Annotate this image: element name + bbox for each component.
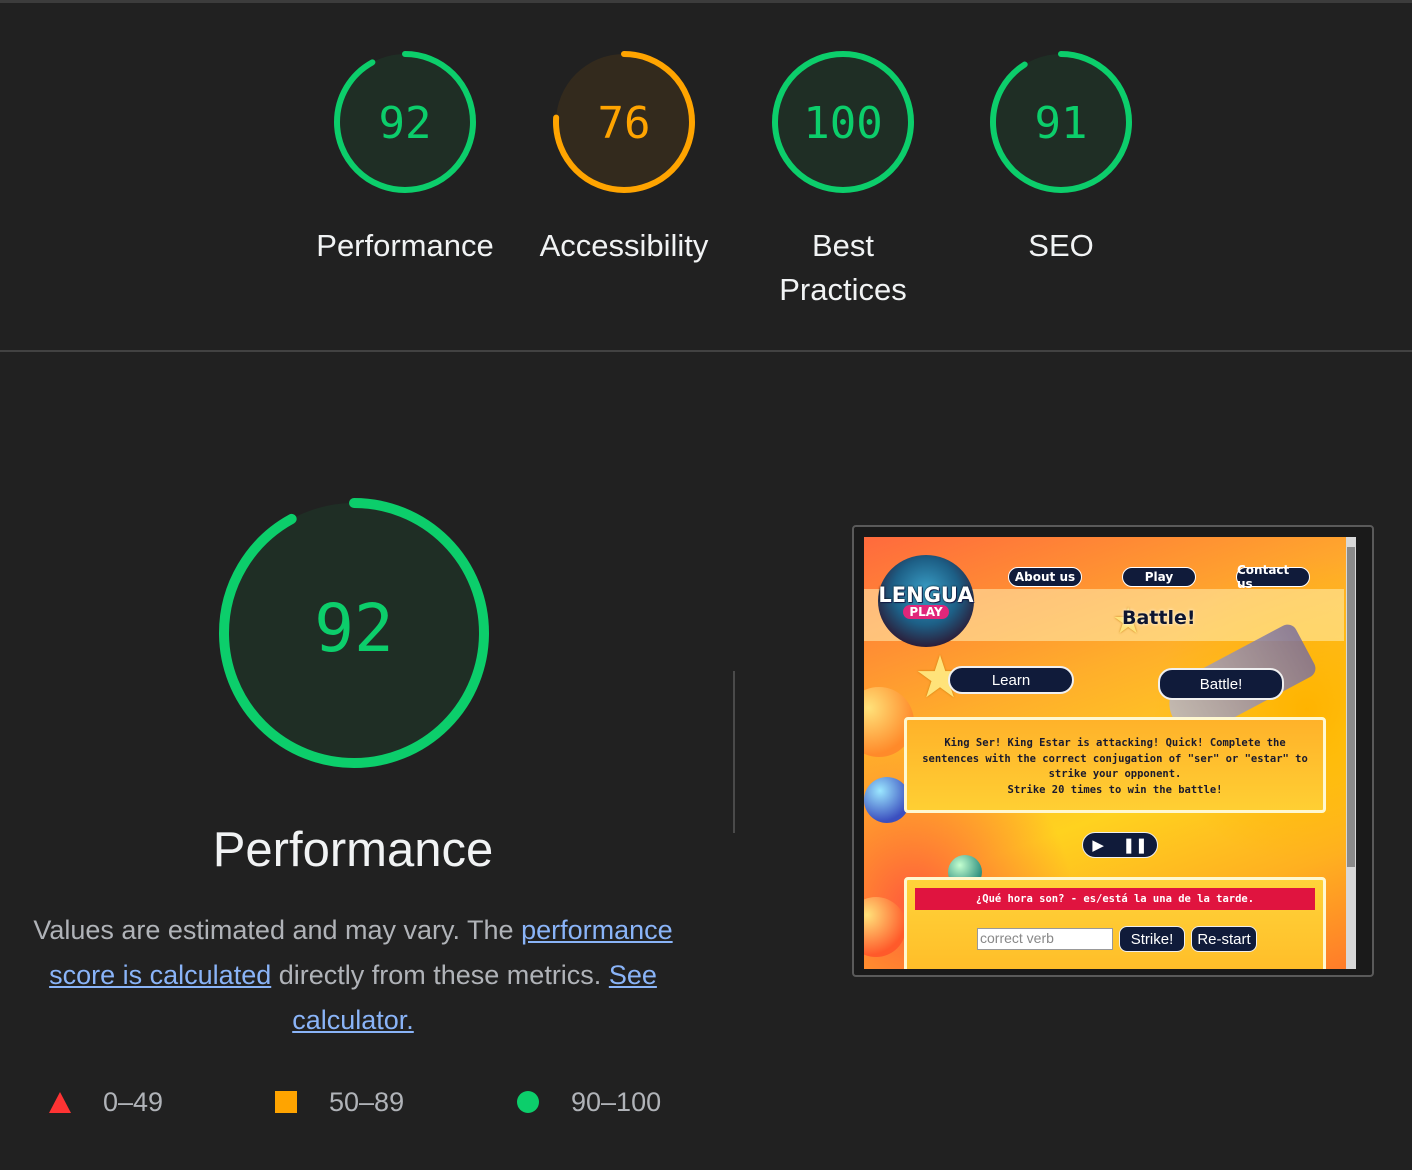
logo-text: LENGUA xyxy=(878,583,974,607)
lengua-play-logo[interactable]: LENGUA PLAY xyxy=(878,555,974,647)
performance-title: Performance xyxy=(212,823,494,877)
legend-pass: 90–100 xyxy=(517,1085,661,1119)
battle-instructions: King Ser! King Estar is attacking! Quick… xyxy=(904,717,1326,813)
quiz-question: ¿Qué hora son? - es/está la una de la ta… xyxy=(915,888,1315,910)
battle-heading: Battle! xyxy=(1122,607,1196,629)
scrollbar[interactable] xyxy=(1346,537,1356,969)
gauge-best-practices[interactable]: 100 Best Practices xyxy=(753,48,933,312)
gauge-seo[interactable]: 91 SEO xyxy=(971,48,1151,268)
legend-pass-range: 90–100 xyxy=(571,1086,662,1117)
legend-average: 50–89 xyxy=(275,1085,404,1119)
gauge-accessibility[interactable]: 76 Accessibility xyxy=(534,48,714,268)
performance-main-gauge: 92 xyxy=(218,497,490,769)
top-border xyxy=(0,0,1412,3)
learn-mode-button[interactable]: Learn xyxy=(948,666,1074,694)
triangle-icon xyxy=(49,1091,71,1113)
gauge-score: 76 xyxy=(598,98,651,149)
logo-subtext: PLAY xyxy=(903,605,949,619)
quiz-panel: ¿Qué hora son? - es/está la una de la ta… xyxy=(904,877,1326,969)
restart-button[interactable]: Re-start xyxy=(1191,926,1257,952)
instructions-text: King Ser! King Estar is attacking! Quick… xyxy=(922,737,1308,780)
strike-button[interactable]: Strike! xyxy=(1119,926,1185,952)
score-ring: 91 xyxy=(990,51,1132,193)
battle-mode-button[interactable]: Battle! xyxy=(1158,668,1284,700)
gauge-label: SEO xyxy=(1028,228,1094,263)
score-ring: 100 xyxy=(772,51,914,193)
gauge-performance[interactable]: 92 Performance xyxy=(315,48,495,268)
play-icon[interactable]: ▶ xyxy=(1092,836,1104,854)
legend-fail-range: 0–49 xyxy=(103,1086,164,1117)
gauge-score: 100 xyxy=(803,98,882,149)
gauge-label: Best Practices xyxy=(779,228,907,307)
nav-contact-us[interactable]: Contact us xyxy=(1236,563,1310,591)
gauge-label: Performance xyxy=(316,228,494,263)
instructions-goal: Strike 20 times to win the battle! xyxy=(1007,783,1223,796)
performance-description: Values are estimated and may vary. The p… xyxy=(25,908,681,1043)
score-ring: 76 xyxy=(553,51,695,193)
screenshot-image: ★ ★ LENGUA PLAY About us Play Contact us… xyxy=(864,537,1356,969)
section-divider xyxy=(0,350,1412,352)
desc-text-2: directly from these metrics. xyxy=(271,960,609,990)
verb-input[interactable]: correct verb xyxy=(977,928,1113,950)
music-controls: ▶ ❚❚ xyxy=(1082,832,1158,858)
nav-play[interactable]: Play xyxy=(1122,567,1196,587)
bubble-decoration xyxy=(864,897,906,957)
legend-average-range: 50–89 xyxy=(329,1086,405,1117)
legend-fail: 0–49 xyxy=(49,1085,163,1119)
gauge-score: 92 xyxy=(379,98,432,149)
desc-text-1: Values are estimated and may vary. The xyxy=(33,915,522,945)
performance-gauge-ring: 92 xyxy=(219,498,489,768)
performance-main-score: 92 xyxy=(314,590,393,667)
scrollbar-thumb[interactable] xyxy=(1347,547,1355,867)
pause-icon[interactable]: ❚❚ xyxy=(1123,836,1148,854)
circle-icon xyxy=(517,1091,539,1113)
vertical-separator xyxy=(733,671,735,833)
final-screenshot[interactable]: ★ ★ LENGUA PLAY About us Play Contact us… xyxy=(852,525,1374,977)
gauge-score: 91 xyxy=(1035,98,1088,149)
gauge-label: Accessibility xyxy=(539,228,709,263)
square-icon xyxy=(275,1091,297,1113)
nav-about-us[interactable]: About us xyxy=(1008,567,1082,587)
score-ring: 92 xyxy=(334,51,476,193)
